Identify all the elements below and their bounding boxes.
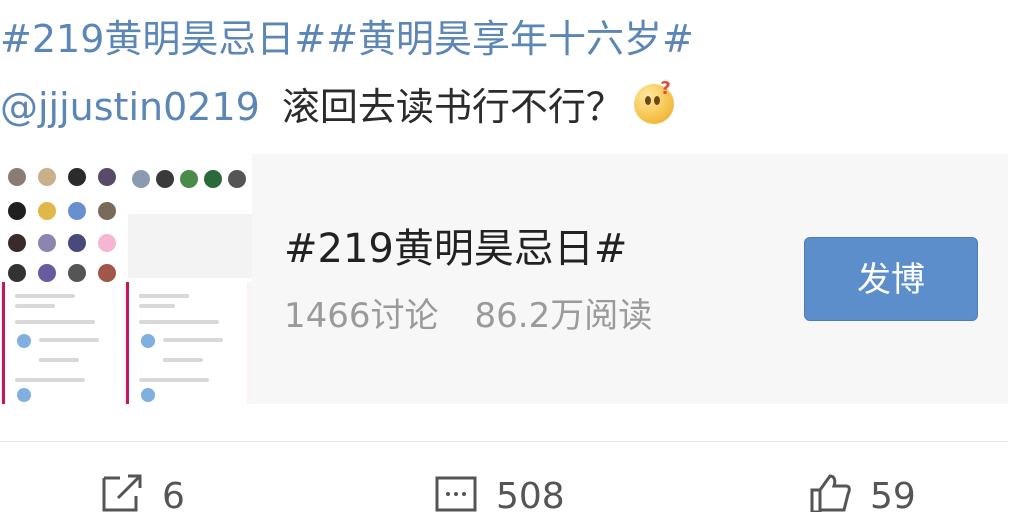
mention-line: @jjjustin0219 滚回去读书行不行？? — [0, 80, 674, 130]
repost-icon — [102, 474, 142, 512]
repost-count: 6 — [162, 476, 185, 517]
hashtag-line[interactable]: #219黄明昊忌日##黄明昊享年十六岁# — [0, 16, 694, 62]
read-count: 86.2万阅读 — [474, 296, 653, 336]
topic-stats: 1466讨论 86.2万阅读 — [284, 296, 652, 336]
thumbnail-avatar-grid — [0, 154, 124, 282]
like-button[interactable]: 59 — [808, 472, 916, 517]
like-count: 59 — [870, 476, 916, 517]
topic-card[interactable]: #219黄明昊忌日# 1466讨论 86.2万阅读 发博 — [0, 154, 1008, 404]
mention-link[interactable]: @jjjustin0219 — [0, 85, 260, 129]
topic-thumbnail — [0, 154, 252, 404]
divider — [0, 441, 1008, 442]
topic-title[interactable]: #219黄明昊忌日# — [284, 226, 627, 272]
thinking-face-icon: ? — [633, 80, 674, 124]
thumbs-up-icon — [810, 474, 851, 514]
action-bar: 6 508 59 — [0, 462, 1013, 517]
discussion-count: 1466讨论 — [284, 296, 439, 336]
hashtag-links[interactable]: #219黄明昊忌日##黄明昊享年十六岁# — [0, 17, 694, 61]
comment-count: 508 — [496, 476, 565, 517]
thumbnail-comment-panels — [0, 282, 252, 404]
comment-icon — [435, 476, 477, 512]
post-message: 滚回去读书行不行？ — [281, 85, 624, 129]
repost-button[interactable]: 6 — [100, 472, 185, 517]
thumbnail-profile-panel — [128, 154, 252, 278]
post-button[interactable]: 发博 — [804, 237, 978, 321]
comment-button[interactable]: 508 — [434, 472, 565, 517]
